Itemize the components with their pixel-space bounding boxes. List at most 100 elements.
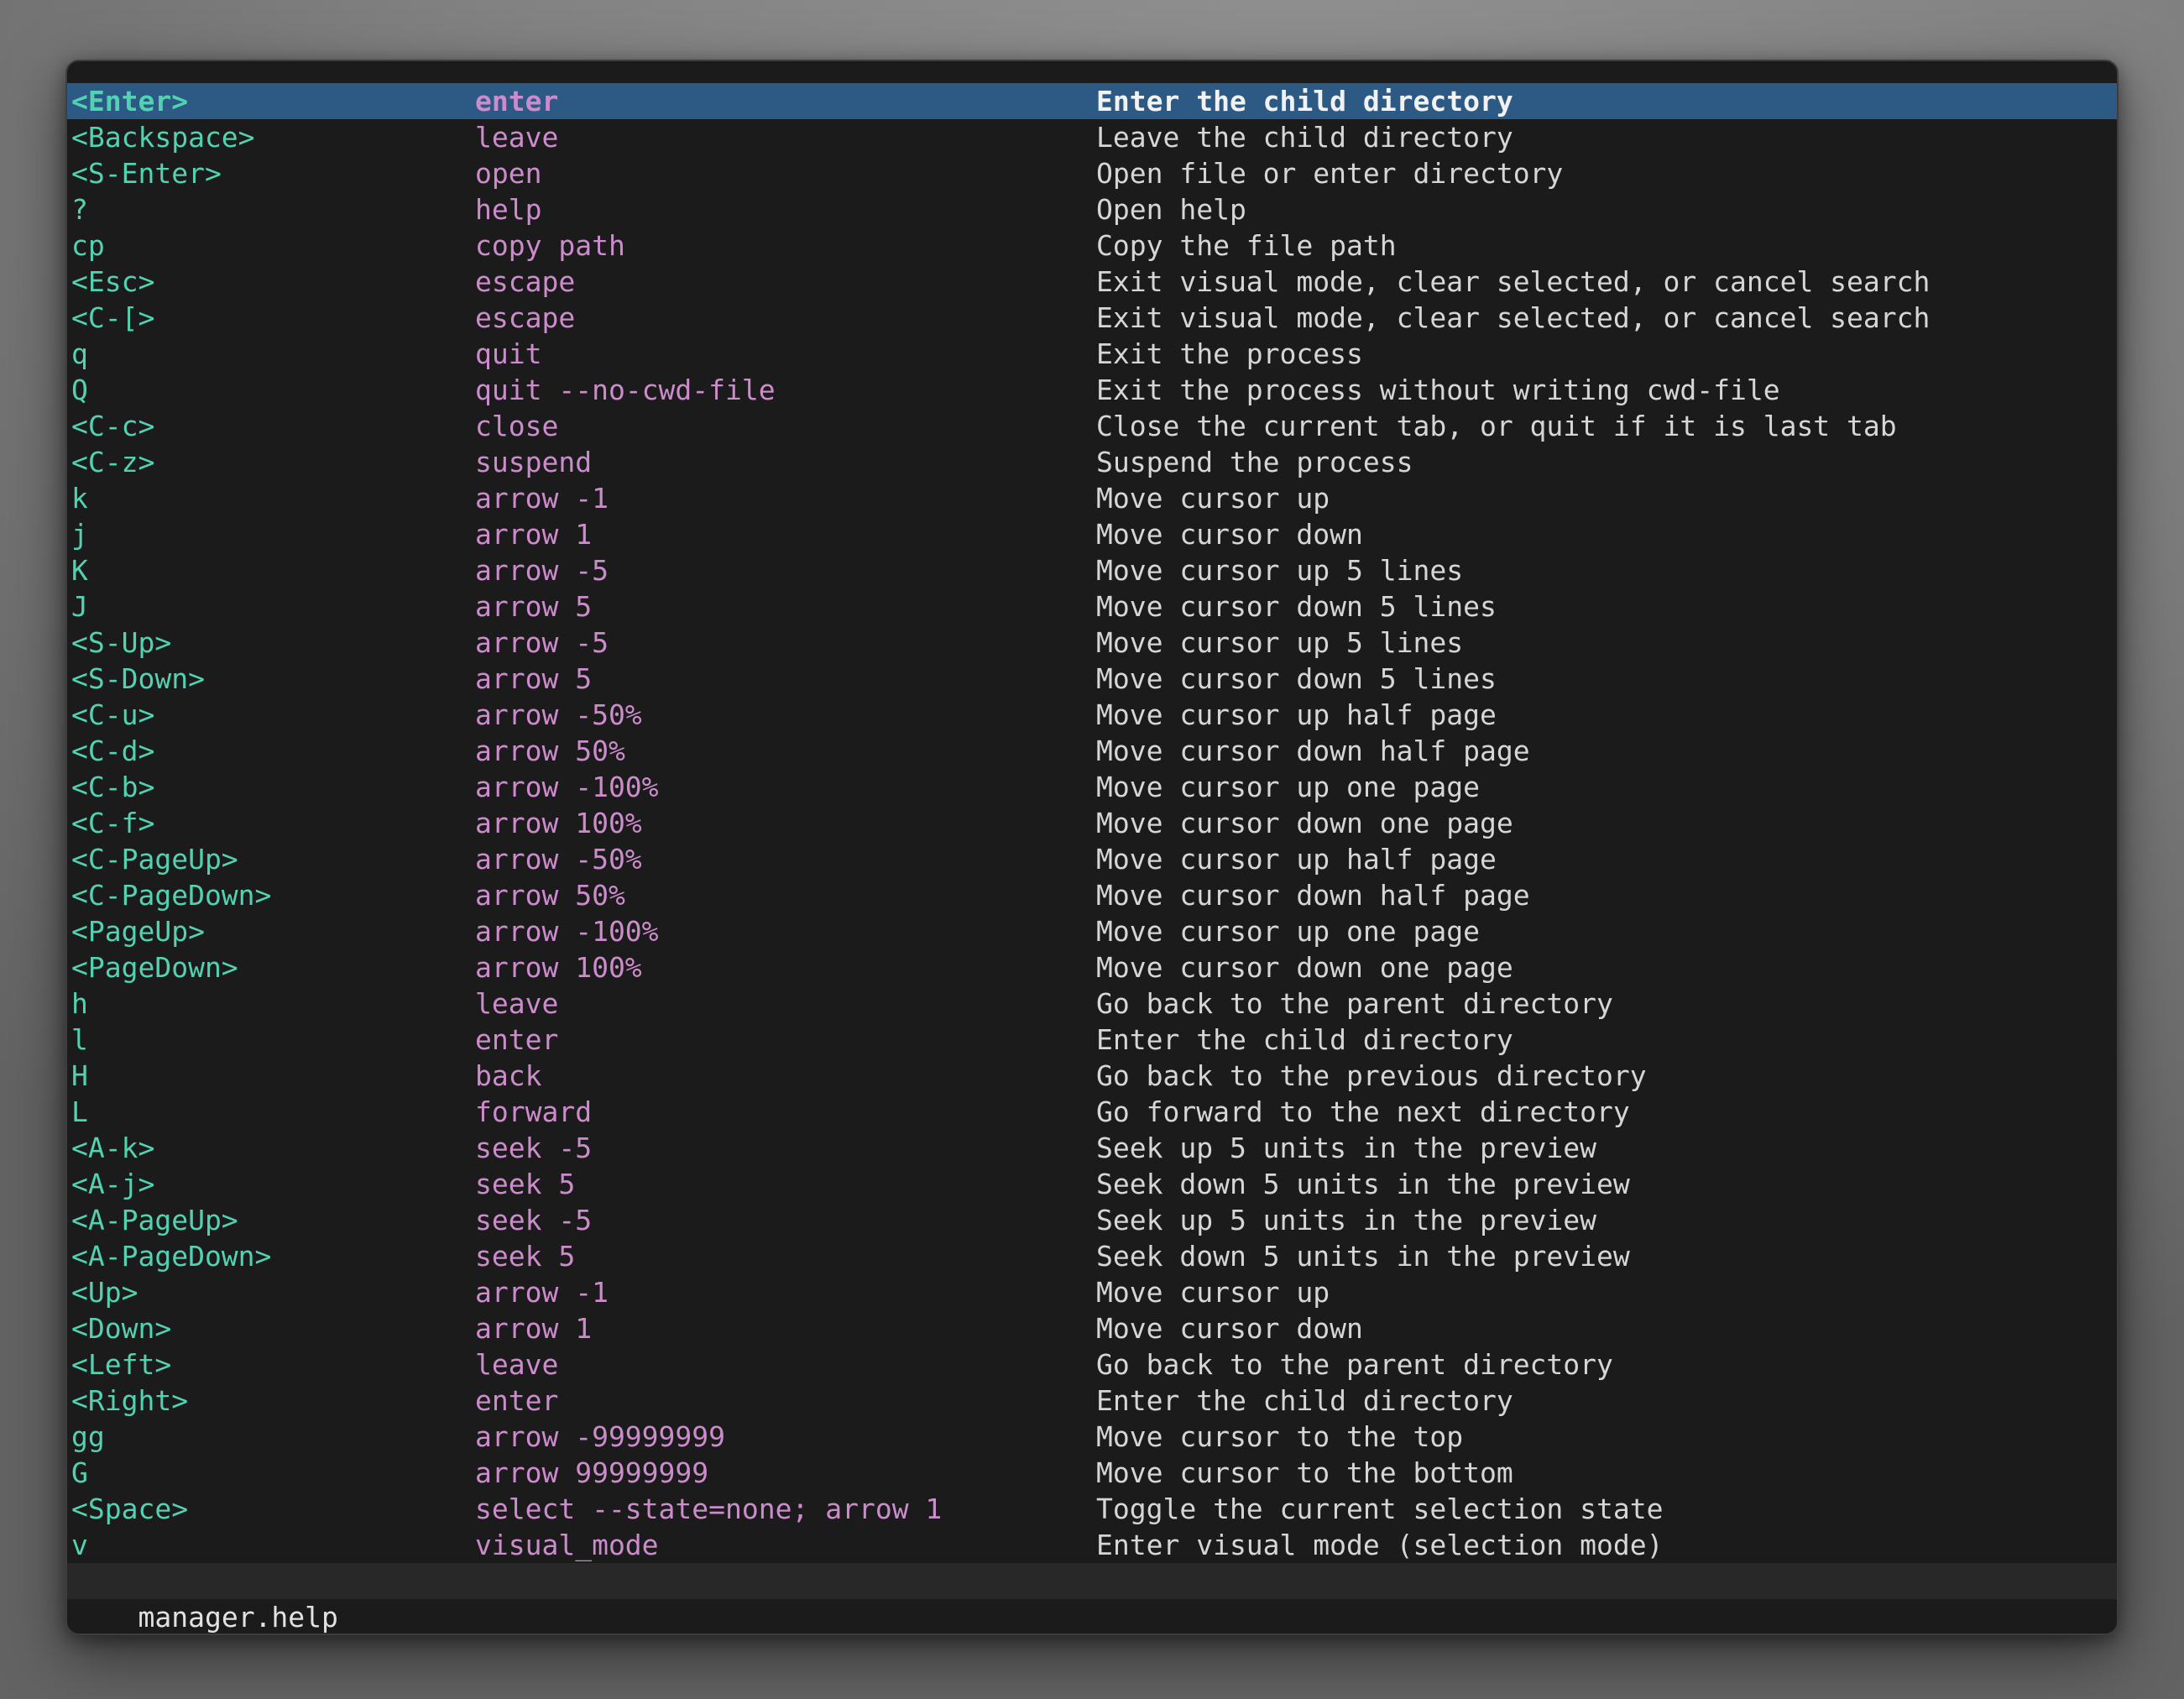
command-cell: arrow 100% bbox=[475, 949, 642, 985]
keybind-row[interactable]: <Enter> enter Enter the child directory bbox=[67, 83, 2117, 119]
keybind-row[interactable]: <C-PageDown> arrow 50% Move cursor down … bbox=[67, 877, 2117, 913]
key-cell: <Down> bbox=[71, 1310, 171, 1346]
description-cell: Move cursor down half page bbox=[1096, 733, 1530, 769]
keybind-row[interactable]: <A-PageUp> seek -5 Seek up 5 units in th… bbox=[67, 1202, 2117, 1238]
description-cell: Move cursor down bbox=[1096, 1310, 1363, 1346]
key-cell: <Left> bbox=[71, 1346, 171, 1383]
key-cell: <A-k> bbox=[71, 1130, 154, 1166]
key-cell: G bbox=[71, 1455, 88, 1491]
keybind-row[interactable]: <C-[> escape Exit visual mode, clear sel… bbox=[67, 300, 2117, 336]
key-cell: L bbox=[71, 1094, 88, 1130]
key-cell: gg bbox=[71, 1419, 105, 1455]
command-cell: arrow -1 bbox=[475, 480, 609, 516]
description-cell: Toggle the current selection state bbox=[1096, 1491, 1664, 1527]
keybind-row[interactable]: j arrow 1 Move cursor down bbox=[67, 516, 2117, 552]
keybind-row[interactable]: L forward Go forward to the next directo… bbox=[67, 1094, 2117, 1130]
keybind-row[interactable]: <C-f> arrow 100% Move cursor down one pa… bbox=[67, 805, 2117, 841]
command-cell: escape bbox=[475, 264, 575, 300]
keybind-row[interactable]: <Esc> escape Exit visual mode, clear sel… bbox=[67, 264, 2117, 300]
key-cell: <A-PageUp> bbox=[71, 1202, 238, 1238]
keybind-row[interactable]: <Right> enter Enter the child directory bbox=[67, 1383, 2117, 1419]
keybind-row[interactable]: <C-u> arrow -50% Move cursor up half pag… bbox=[67, 697, 2117, 733]
key-cell: v bbox=[71, 1527, 88, 1563]
keybind-row[interactable]: <Space> select --state=none; arrow 1 Tog… bbox=[67, 1491, 2117, 1527]
keybind-row[interactable]: <A-j> seek 5 Seek down 5 units in the pr… bbox=[67, 1166, 2117, 1202]
keybind-row[interactable]: q quit Exit the process bbox=[67, 336, 2117, 372]
command-cell: back bbox=[475, 1058, 541, 1094]
keybind-row[interactable]: <Left> leave Go back to the parent direc… bbox=[67, 1346, 2117, 1383]
keybind-row[interactable]: <C-z> suspend Suspend the process bbox=[67, 444, 2117, 480]
description-cell: Move cursor up 5 lines bbox=[1096, 552, 1463, 588]
description-cell: Exit the process without writing cwd-fil… bbox=[1096, 372, 1780, 408]
description-cell: Move cursor up half page bbox=[1096, 697, 1497, 733]
command-cell: arrow 50% bbox=[475, 877, 625, 913]
key-cell: <S-Enter> bbox=[71, 155, 222, 191]
keybind-row[interactable]: <PageDown> arrow 100% Move cursor down o… bbox=[67, 949, 2117, 985]
key-cell: <C-c> bbox=[71, 408, 154, 444]
keybind-row[interactable]: Q quit --no-cwd-file Exit the process wi… bbox=[67, 372, 2117, 408]
description-cell: Close the current tab, or quit if it is … bbox=[1096, 408, 1897, 444]
keybind-row[interactable]: <A-k> seek -5 Seek up 5 units in the pre… bbox=[67, 1130, 2117, 1166]
description-cell: Seek up 5 units in the preview bbox=[1096, 1130, 1596, 1166]
command-cell: arrow -50% bbox=[475, 841, 642, 877]
keybind-row[interactable]: ? help Open help bbox=[67, 191, 2117, 227]
keybind-row[interactable]: v visual_mode Enter visual mode (selecti… bbox=[67, 1527, 2117, 1563]
description-cell: Move cursor up one page bbox=[1096, 769, 1480, 805]
keybind-row[interactable]: <PageUp> arrow -100% Move cursor up one … bbox=[67, 913, 2117, 949]
keybind-row[interactable]: gg arrow -99999999 Move cursor to the to… bbox=[67, 1419, 2117, 1455]
command-cell: quit --no-cwd-file bbox=[475, 372, 776, 408]
description-cell: Go back to the previous directory bbox=[1096, 1058, 1647, 1094]
key-cell: <S-Down> bbox=[71, 661, 205, 697]
keybind-row[interactable]: <C-d> arrow 50% Move cursor down half pa… bbox=[67, 733, 2117, 769]
keybind-row[interactable]: H back Go back to the previous directory bbox=[67, 1058, 2117, 1094]
keybind-row[interactable]: <Up> arrow -1 Move cursor up bbox=[67, 1274, 2117, 1310]
terminal-window: <Enter> enter Enter the child directory … bbox=[65, 60, 2119, 1635]
description-cell: Exit the process bbox=[1096, 336, 1363, 372]
keybind-row[interactable]: <S-Up> arrow -5 Move cursor up 5 lines bbox=[67, 625, 2117, 661]
keybind-row[interactable]: <C-PageUp> arrow -50% Move cursor up hal… bbox=[67, 841, 2117, 877]
keybind-row[interactable]: <C-c> close Close the current tab, or qu… bbox=[67, 408, 2117, 444]
keybind-row[interactable]: <A-PageDown> seek 5 Seek down 5 units in… bbox=[67, 1238, 2117, 1274]
description-cell: Leave the child directory bbox=[1096, 119, 1513, 155]
status-layer-label: manager.help bbox=[138, 1601, 337, 1634]
command-cell: arrow 1 bbox=[475, 1310, 592, 1346]
keybind-row[interactable]: k arrow -1 Move cursor up bbox=[67, 480, 2117, 516]
command-cell: seek 5 bbox=[475, 1238, 575, 1274]
key-cell: <S-Up> bbox=[71, 625, 171, 661]
help-keybind-list: <Enter> enter Enter the child directory … bbox=[67, 83, 2117, 1563]
keybind-row[interactable]: G arrow 99999999 Move cursor to the bott… bbox=[67, 1455, 2117, 1491]
keybind-row[interactable]: l enter Enter the child directory bbox=[67, 1022, 2117, 1058]
command-cell: arrow -50% bbox=[475, 697, 642, 733]
command-cell: arrow 5 bbox=[475, 588, 592, 625]
key-cell: <Backspace> bbox=[71, 119, 255, 155]
keybind-row[interactable]: J arrow 5 Move cursor down 5 lines bbox=[67, 588, 2117, 625]
key-cell: <Esc> bbox=[71, 264, 154, 300]
description-cell: Open help bbox=[1096, 191, 1246, 227]
command-cell: arrow -1 bbox=[475, 1274, 609, 1310]
keybind-row[interactable]: <S-Down> arrow 5 Move cursor down 5 line… bbox=[67, 661, 2117, 697]
command-cell: enter bbox=[475, 83, 558, 119]
key-cell: <C-[> bbox=[71, 300, 154, 336]
command-cell: arrow -99999999 bbox=[475, 1419, 725, 1455]
keybind-row[interactable]: <Down> arrow 1 Move cursor down bbox=[67, 1310, 2117, 1346]
description-cell: Move cursor up half page bbox=[1096, 841, 1497, 877]
description-cell: Move cursor down one page bbox=[1096, 805, 1513, 841]
keybind-row[interactable]: K arrow -5 Move cursor up 5 lines bbox=[67, 552, 2117, 588]
status-bar: manager.help bbox=[67, 1563, 2117, 1599]
keybind-row[interactable]: cp copy path Copy the file path bbox=[67, 227, 2117, 264]
keybind-row[interactable]: <S-Enter> open Open file or enter direct… bbox=[67, 155, 2117, 191]
key-cell: <C-z> bbox=[71, 444, 154, 480]
command-cell: escape bbox=[475, 300, 575, 336]
description-cell: Suspend the process bbox=[1096, 444, 1413, 480]
key-cell: H bbox=[71, 1058, 88, 1094]
keybind-row[interactable]: <C-b> arrow -100% Move cursor up one pag… bbox=[67, 769, 2117, 805]
command-cell: arrow -100% bbox=[475, 769, 659, 805]
keybind-row[interactable]: <Backspace> leave Leave the child direct… bbox=[67, 119, 2117, 155]
keybind-row[interactable]: h leave Go back to the parent directory bbox=[67, 985, 2117, 1022]
key-cell: J bbox=[71, 588, 88, 625]
description-cell: Move cursor up bbox=[1096, 480, 1330, 516]
description-cell: Seek down 5 units in the preview bbox=[1096, 1238, 1630, 1274]
description-cell: Seek down 5 units in the preview bbox=[1096, 1166, 1630, 1202]
description-cell: Move cursor down one page bbox=[1096, 949, 1513, 985]
command-cell: leave bbox=[475, 985, 558, 1022]
